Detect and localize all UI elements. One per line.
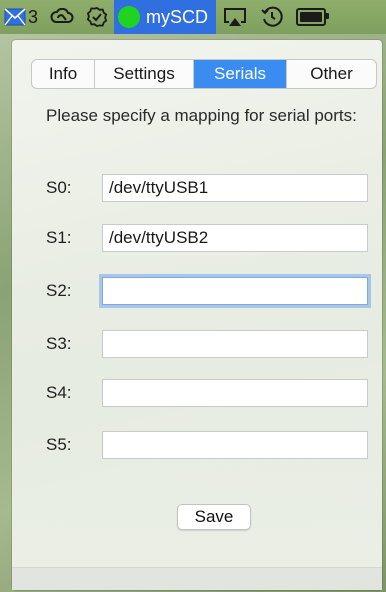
save-button[interactable]: Save [177, 504, 251, 530]
mail-status-item[interactable]: 3 [0, 0, 44, 34]
serials-description: Please specify a mapping for serial port… [46, 106, 357, 125]
tab-other[interactable]: Other [287, 60, 376, 88]
serial-label-s0: S0: [46, 178, 72, 197]
serial-label-s5: S5: [46, 435, 72, 454]
creative-cloud-icon[interactable] [44, 0, 80, 34]
time-machine-icon[interactable] [254, 0, 290, 34]
panel-footer [12, 567, 382, 590]
serial-input-s5[interactable] [102, 431, 368, 459]
serial-label-s4: S4: [46, 383, 72, 402]
active-app-label: mySCD [146, 6, 209, 27]
checkmark-badge-icon[interactable] [80, 0, 114, 34]
serial-input-s1[interactable] [102, 224, 368, 252]
status-dot-icon [118, 6, 141, 28]
myscd-app-item[interactable]: mySCD [114, 0, 217, 34]
serial-row-s0: S0: [46, 173, 382, 203]
mail-count: 3 [28, 6, 39, 27]
serial-row-s1: S1: [46, 223, 382, 253]
tab-serials[interactable]: Serials [194, 60, 287, 88]
serial-label-s3: S3: [46, 334, 72, 353]
serial-label-s2: S2: [46, 281, 72, 300]
serial-row-s4: S4: [46, 378, 382, 408]
tab-bar: Info Settings Serials Other [31, 59, 377, 89]
serial-input-s3[interactable] [102, 330, 368, 358]
settings-popover: Info Settings Serials Other Please speci… [12, 40, 382, 590]
serial-row-s2: S2: [46, 276, 382, 306]
tab-settings[interactable]: Settings [95, 60, 194, 88]
serial-input-s2[interactable] [102, 277, 368, 305]
tab-info[interactable]: Info [32, 60, 95, 88]
serial-row-s5: S5: [46, 430, 382, 460]
serial-label-s1: S1: [46, 228, 72, 247]
battery-level-icon [296, 8, 330, 26]
serial-row-s3: S3: [46, 329, 382, 359]
airplay-icon[interactable] [216, 0, 254, 34]
menu-bar: 3 mySCD [0, 0, 386, 34]
serial-input-s4[interactable] [102, 379, 368, 407]
serial-input-s0[interactable] [102, 174, 368, 202]
battery-icon[interactable] [290, 0, 332, 34]
mail-icon [4, 8, 26, 26]
